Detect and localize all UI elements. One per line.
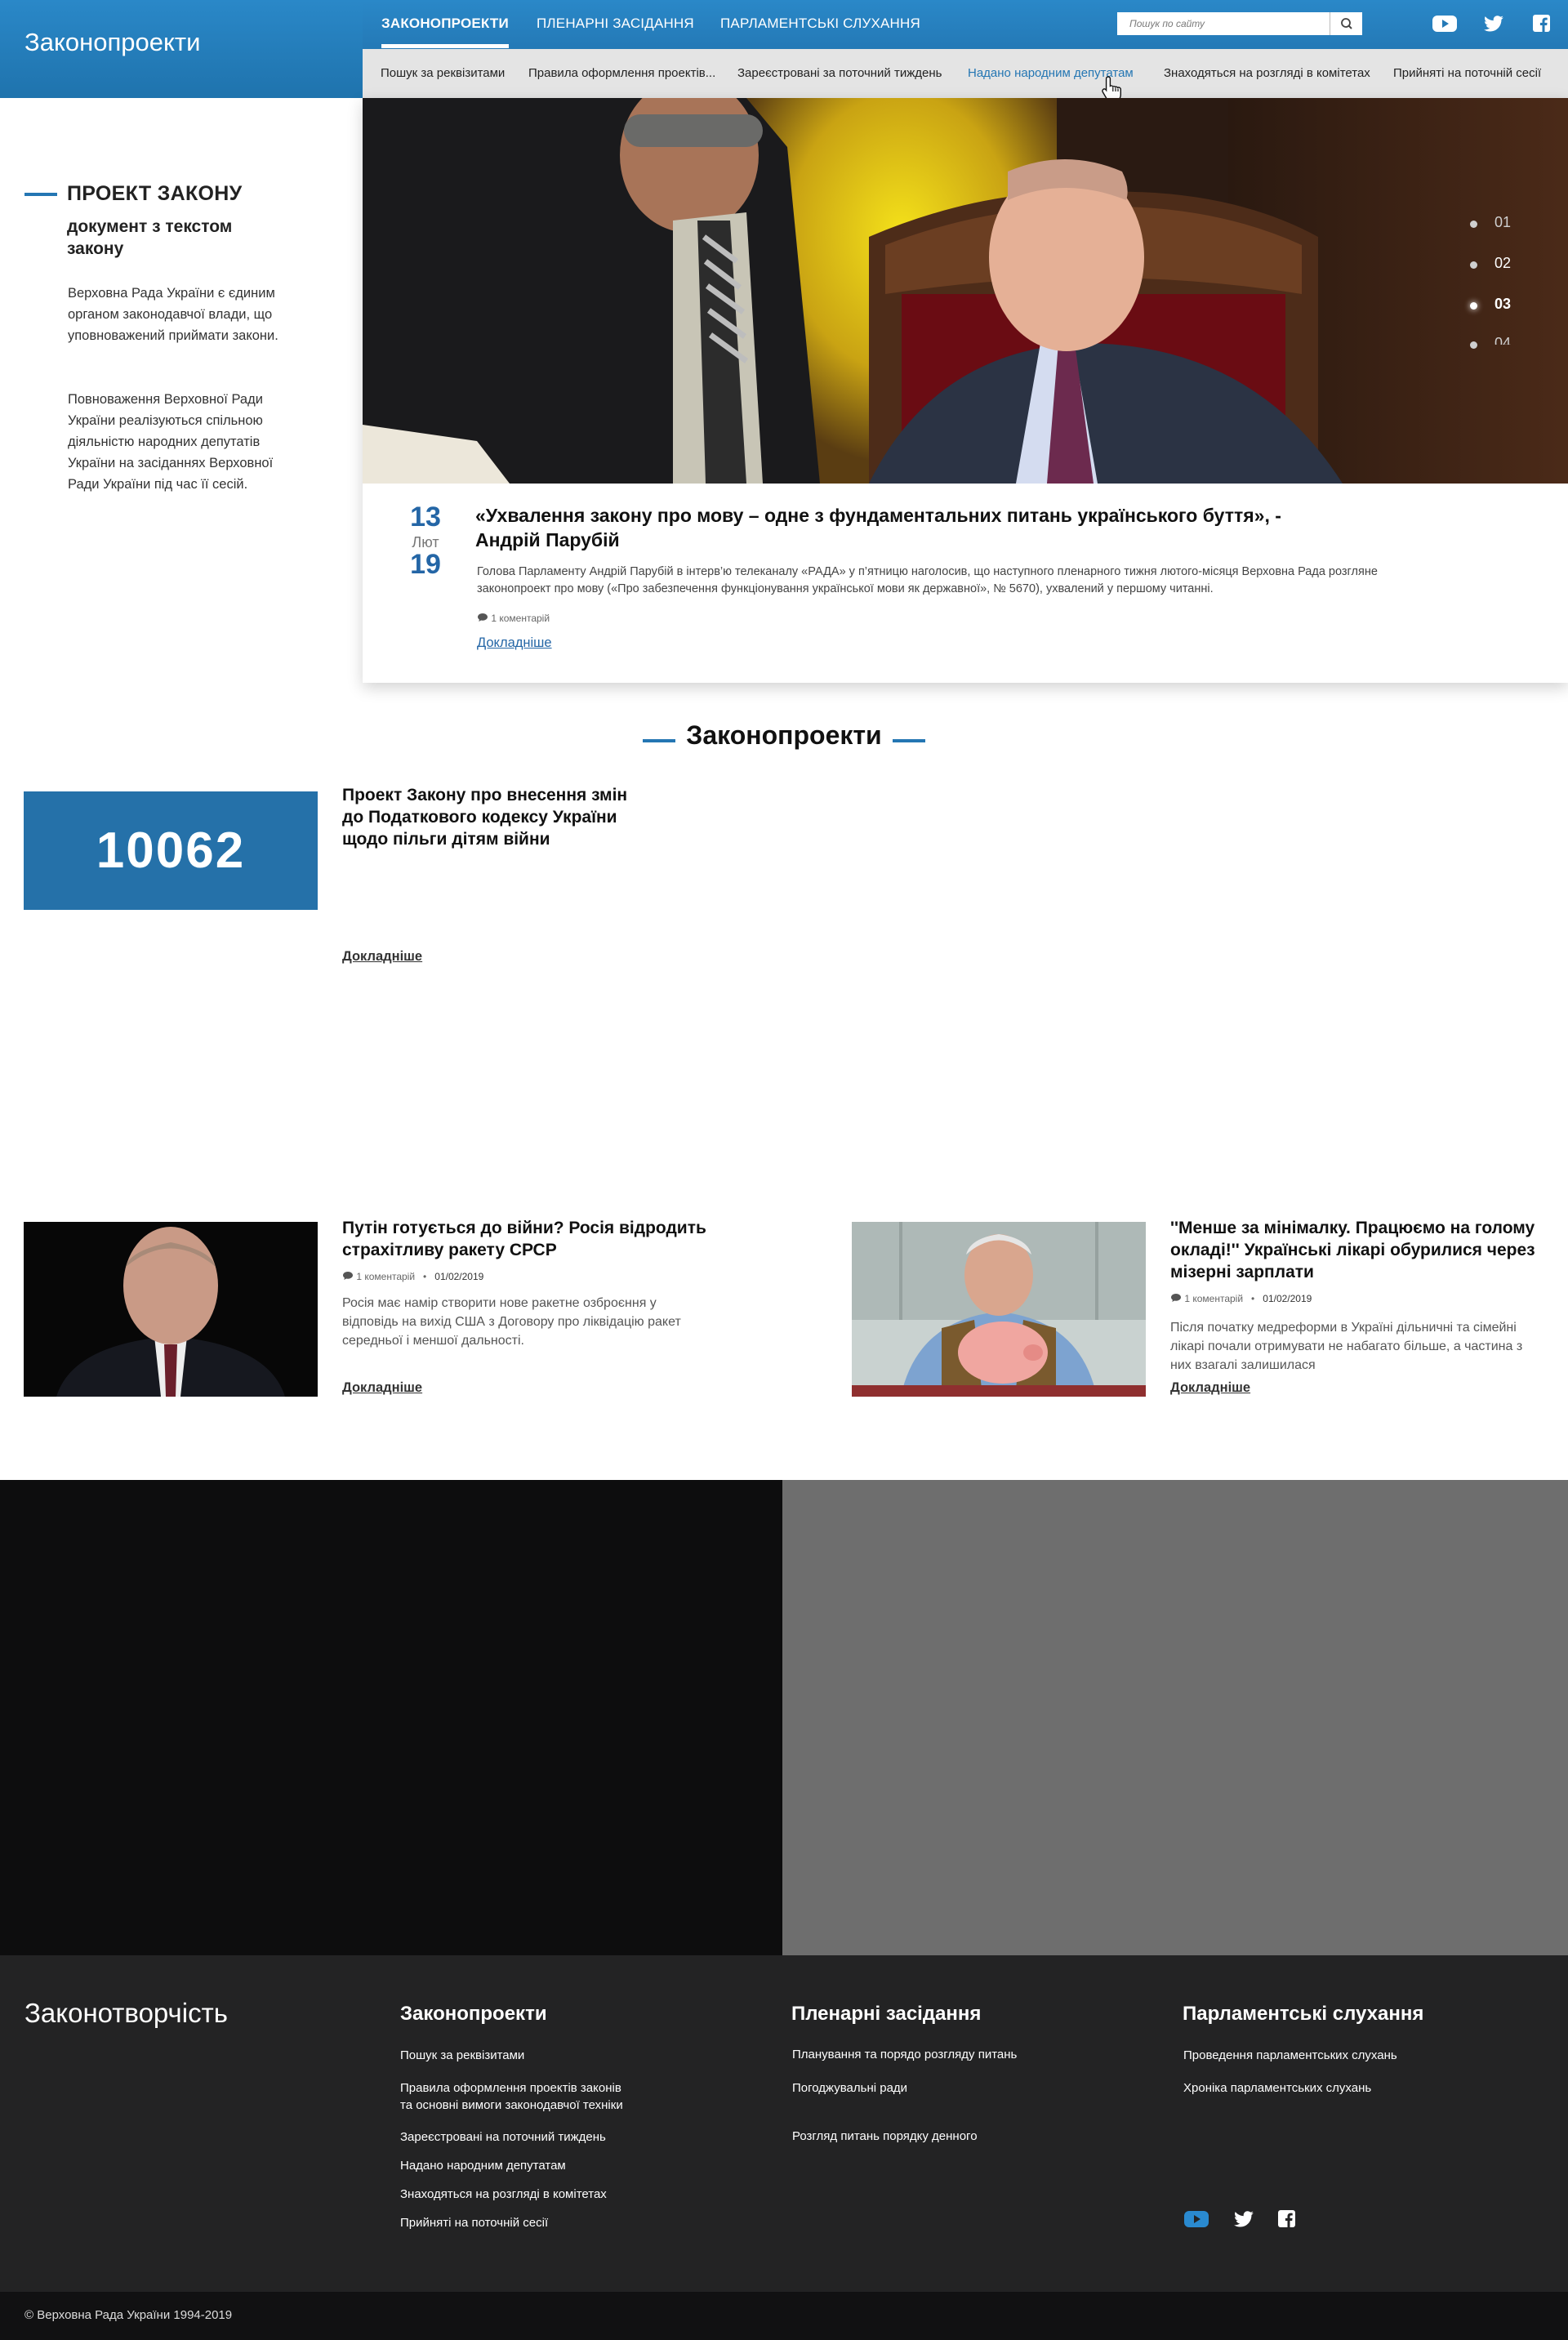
subnav-in-committees[interactable]: Знаходяться на розгляді в комітетах bbox=[1164, 66, 1370, 80]
hero-image bbox=[363, 98, 1568, 484]
footer-heading-plenary: Пленарні засідання bbox=[791, 2003, 982, 2025]
copyright-text: © Верховна Рада України 1994-2019 bbox=[24, 2308, 233, 2322]
slider-pagination: 01 02 03 04 bbox=[1470, 214, 1535, 349]
footer-twitter-link[interactable] bbox=[1232, 2209, 1256, 2230]
footer-link[interactable]: Прийняті на поточній сесії bbox=[400, 2214, 548, 2231]
intro-paragraph-2: Повноваження Верховної Ради України реал… bbox=[68, 392, 274, 492]
tab-parliamentary-hearings[interactable]: ПАРЛАМЕНТСЬКІ СЛУХАННЯ bbox=[720, 16, 920, 32]
twitter-icon bbox=[1484, 16, 1503, 32]
news-title-1[interactable]: Путін готується до війни? Росія відродит… bbox=[342, 1217, 726, 1261]
twitter-icon bbox=[1234, 2211, 1254, 2227]
bills-section-title: Законопроекти bbox=[686, 720, 882, 750]
copyright-bar: © Верховна Рада України 1994-2019 bbox=[0, 2292, 1568, 2340]
subnav-formatting-rules[interactable]: Правила оформлення проектів... bbox=[528, 66, 715, 80]
slide-number-active[interactable]: 03 bbox=[1494, 296, 1511, 313]
youtube-icon bbox=[1184, 2211, 1209, 2227]
facebook-link[interactable] bbox=[1529, 13, 1553, 34]
news-text-2: Після початку медреформи в Україні дільн… bbox=[1170, 1321, 1523, 1372]
news-image-2[interactable] bbox=[852, 1222, 1146, 1397]
news-date-2: 01/02/2019 bbox=[1263, 1293, 1312, 1304]
footer-link[interactable]: Проведення парламентських слухань bbox=[1183, 2047, 1397, 2064]
hero-comments-count: 1 коментарій bbox=[491, 613, 550, 624]
subnav-registered-this-week[interactable]: Зареєстровані за поточний тиждень bbox=[737, 66, 942, 80]
footer-link[interactable]: Зареєстровані на поточний тиждень bbox=[400, 2128, 606, 2146]
sub-navigation: Пошук за реквізитами Правила оформлення … bbox=[363, 49, 1568, 98]
tab-plenary-sessions[interactable]: ПЛЕНАРНІ ЗАСІДАННЯ bbox=[537, 16, 694, 32]
footer-link[interactable]: Пошук за реквізитами bbox=[400, 2047, 524, 2064]
footer-link[interactable]: Погоджувальні ради bbox=[792, 2079, 907, 2097]
search-input[interactable] bbox=[1117, 12, 1330, 35]
twitter-link[interactable] bbox=[1481, 13, 1506, 34]
slide-number[interactable]: 01 bbox=[1494, 214, 1511, 231]
search-button[interactable] bbox=[1330, 12, 1362, 35]
bill-number-badge[interactable]: 10062 bbox=[24, 791, 318, 910]
slide-dot[interactable] bbox=[1470, 221, 1477, 228]
footer-facebook-link[interactable] bbox=[1274, 2209, 1298, 2230]
hero-article-title[interactable]: «Ухвалення закону про мову – одне з фунд… bbox=[475, 503, 1292, 552]
subnav-adopted-this-session[interactable]: Прийняті на поточній сесії bbox=[1393, 66, 1541, 80]
news-title-2[interactable]: ''Менше за мінімалку. Працюємо на голому… bbox=[1170, 1217, 1550, 1283]
hero-article-text: Голова Парламенту Андрій Парубій в інтер… bbox=[477, 565, 1378, 595]
footer-brand: Законотворчість bbox=[24, 1998, 228, 2028]
comment-icon bbox=[1171, 1294, 1181, 1302]
comment-icon bbox=[478, 613, 488, 622]
tab-zakonoproekty[interactable]: ЗАКОНОПРОЕКТИ bbox=[381, 16, 509, 48]
slide-number[interactable]: 04 bbox=[1494, 335, 1511, 345]
news-comments-1: 1 коментарій bbox=[356, 1271, 416, 1282]
intro-accent-bar bbox=[24, 193, 57, 196]
youtube-icon bbox=[1432, 16, 1457, 32]
footer-link[interactable]: Правила оформлення проектів законів та о… bbox=[400, 2079, 637, 2114]
youtube-link[interactable] bbox=[1432, 13, 1457, 34]
hero-date-year: 19 bbox=[410, 549, 441, 580]
hero-more-link[interactable]: Докладніше bbox=[477, 635, 552, 651]
facebook-icon bbox=[1533, 15, 1550, 32]
search-icon bbox=[1341, 18, 1352, 29]
comment-icon bbox=[343, 1272, 353, 1280]
bill-more-link[interactable]: Докладніше bbox=[342, 949, 422, 965]
news-more-link-1[interactable]: Докладніше bbox=[342, 1380, 422, 1396]
footer-heading-hearings: Парламентські слухання bbox=[1183, 2003, 1424, 2025]
news-meta-1: 1 коментарій • 01/02/2019 bbox=[342, 1271, 483, 1282]
site-section-title: Законопроекти bbox=[24, 28, 201, 56]
intro-subtitle: документ з текстом закону bbox=[67, 217, 233, 258]
footer-youtube-link[interactable] bbox=[1184, 2209, 1209, 2230]
news-date-1: 01/02/2019 bbox=[434, 1271, 484, 1282]
site-brand: Законопроекти bbox=[0, 0, 363, 98]
subnav-search-by-requisites[interactable]: Пошук за реквізитами bbox=[381, 66, 505, 80]
footer-link[interactable]: Надано народним депутатам bbox=[400, 2157, 566, 2174]
footer-link[interactable]: Розгляд питань порядку денного bbox=[792, 2128, 978, 2145]
footer-link[interactable]: Хроніка парламентських слухань bbox=[1183, 2079, 1371, 2097]
news-meta-2: 1 коментарій • 01/02/2019 bbox=[1170, 1293, 1312, 1304]
slide-number[interactable]: 02 bbox=[1494, 255, 1511, 272]
section-title-line-right bbox=[893, 739, 925, 742]
hero-date-day: 13 bbox=[410, 501, 441, 533]
slide-dot[interactable] bbox=[1470, 341, 1477, 349]
slide-dot[interactable] bbox=[1470, 261, 1477, 269]
bill-title[interactable]: Проект Закону про внесення змін до Подат… bbox=[342, 784, 653, 850]
site-search bbox=[1117, 12, 1362, 35]
news-text-1: Росія має намір створити нове ракетне оз… bbox=[342, 1296, 681, 1348]
news-more-link-2[interactable]: Докладніше bbox=[1170, 1380, 1250, 1396]
footer-link[interactable]: Планування та порядо розгляду питань bbox=[792, 2046, 1017, 2063]
hero-comments: 1 коментарій bbox=[477, 613, 550, 624]
intro-paragraph-1: Верховна Рада України є єдиним органом з… bbox=[68, 286, 278, 343]
footer-heading-bills: Законопроекти bbox=[400, 2003, 547, 2025]
media-block-grey bbox=[782, 1480, 1568, 1955]
intro-title: ПРОЕКТ ЗАКОНУ bbox=[67, 182, 243, 205]
news-image-1[interactable] bbox=[24, 1222, 318, 1397]
slide-dot-active[interactable] bbox=[1470, 302, 1477, 310]
footer-link[interactable]: Знаходяться на розгляді в комітетах bbox=[400, 2186, 607, 2203]
top-navigation: ЗАКОНОПРОЕКТИ ПЛЕНАРНІ ЗАСІДАННЯ ПАРЛАМЕ… bbox=[363, 0, 1568, 49]
facebook-icon bbox=[1278, 2210, 1295, 2227]
news-comments-2: 1 коментарій bbox=[1184, 1293, 1244, 1304]
media-block-dark bbox=[0, 1480, 782, 1955]
